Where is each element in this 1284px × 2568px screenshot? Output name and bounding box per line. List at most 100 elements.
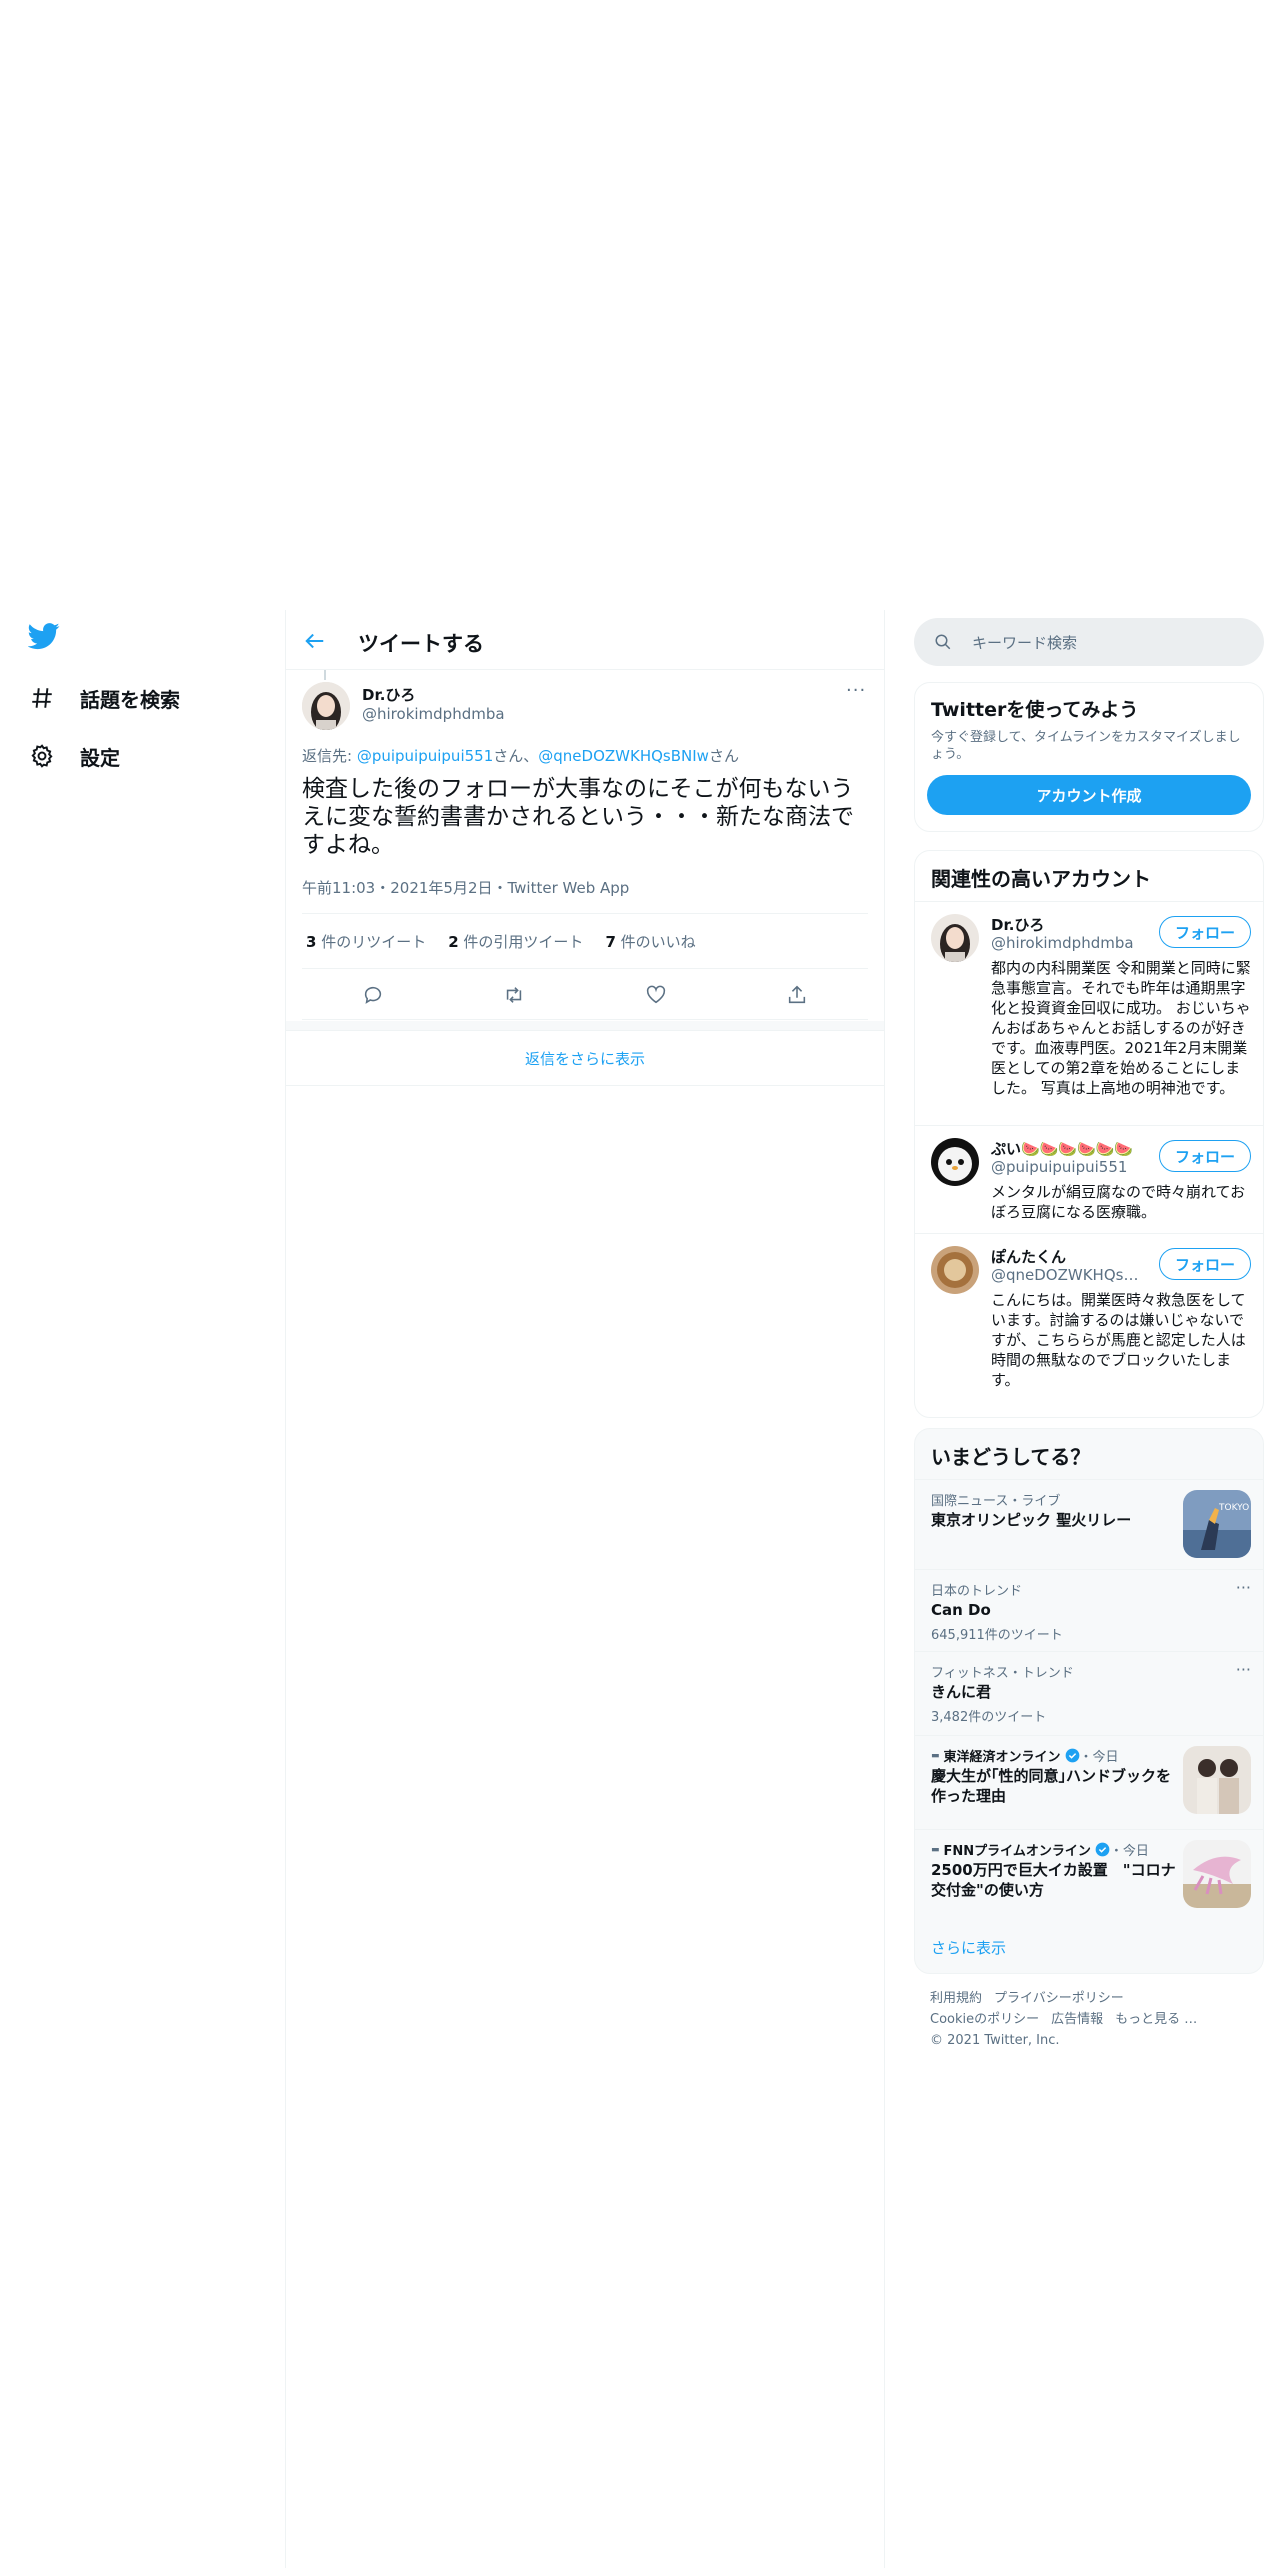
twitter-logo-icon[interactable] — [27, 620, 64, 652]
footer-link[interactable]: プライバシーポリシー — [994, 1991, 1124, 2006]
like-count-label: 件のいいね — [615, 932, 696, 951]
show-more-replies-link[interactable]: 返信をさらに表示 — [286, 1032, 884, 1086]
hashtag-icon — [28, 684, 56, 712]
footer-link[interactable]: Cookieのポリシー — [930, 2012, 1039, 2027]
trend-item[interactable]: ▬ FNNプライムオンライン ・今日 2500万円で巨大イカ設置 "コロナ交付金… — [915, 1829, 1263, 1921]
signup-title: Twitterを使ってみよう — [931, 699, 1139, 721]
trends-card: いまどうしてる？ 国際ニュース・ライブ 東京オリンピック 聖火リレー TOKYO… — [914, 1428, 1264, 1974]
account-name[interactable]: ぽんたくん — [991, 1246, 1066, 1267]
account-handle[interactable]: @qneDOZWKHQsBNIw — [991, 1266, 1141, 1284]
trend-more-icon[interactable]: ··· — [1236, 1660, 1251, 1679]
news-headline: 慶大生が｢性的同意｣ハンドブックを作った理由 — [931, 1767, 1172, 1805]
follow-button[interactable]: フォロー — [1159, 1140, 1251, 1172]
account-name[interactable]: Dr.ひろ — [991, 914, 1044, 935]
trend-thumbnail: TOKYO — [1183, 1490, 1251, 1558]
tweet-stats: 3 件のリツイート 2 件の引用ツイート 7 件のいいね — [302, 913, 868, 969]
news-source-line: ▬ 東洋経済オンライン ・今日 — [931, 1746, 1119, 1765]
retweet-count: 3 — [306, 932, 317, 951]
account-item[interactable]: ぽんたくん @qneDOZWKHQsBNIw フォロー こんにちは。開業医時々救… — [915, 1233, 1263, 1417]
trend-name: 東京オリンピック 聖火リレー — [931, 1511, 1132, 1529]
signup-card: Twitterを使ってみよう 今すぐ登録して、タイムラインをカスタマイズしましょ… — [914, 682, 1264, 832]
reply-prefix: 返信先: — [302, 747, 357, 765]
tweet-author-handle[interactable]: @hirokimdphdmba — [362, 705, 505, 723]
reply-separator: さん、 — [493, 747, 539, 765]
nav-explore[interactable]: 話題を検索 — [28, 678, 180, 718]
trend-item[interactable]: ▬ 東洋経済オンライン ・今日 慶大生が｢性的同意｣ハンドブックを作った理由 — [915, 1735, 1263, 1829]
footer-copyright: © 2021 Twitter, Inc. — [930, 2033, 1060, 2048]
account-bio: 都内の内科開業医 令和開業と同時に緊急事態宣言。それでも昨年は通期黒字化と投資資… — [991, 959, 1251, 1097]
search-icon — [934, 633, 952, 651]
news-time: ・今日 — [1079, 1750, 1119, 1765]
news-headline: 2500万円で巨大イカ設置 "コロナ交付金"の使い方 — [931, 1861, 1176, 1899]
nav-explore-label: 話題を検索 — [80, 687, 180, 712]
more-options-icon[interactable]: ··· — [846, 680, 866, 701]
main-column-left-border — [285, 610, 286, 2568]
main-column-right-border — [884, 610, 885, 2568]
account-name[interactable]: ぷい🍉🍉🍉🍉🍉🍉 — [991, 1138, 1133, 1159]
like-count: 7 — [605, 932, 616, 951]
trend-item[interactable]: フィットネス・トレンド きんに君 3,482件のツイート ··· — [915, 1651, 1263, 1735]
news-source-logo-icon: ▬ — [931, 1750, 940, 1761]
tweet-timestamp[interactable]: 午前11:03・2021年5月2日・Twitter Web App — [302, 877, 629, 898]
thread-line — [324, 670, 326, 680]
page-header: ツイートする — [286, 610, 884, 670]
retweet-icon[interactable] — [503, 984, 525, 1006]
footer-row: 利用規約 プライバシーポリシー — [930, 1988, 1209, 2009]
account-bio: メンタルが絹豆腐なので時々崩れておぼろ豆腐になる医療職。 — [991, 1183, 1246, 1221]
account-bio: こんにちは。開業医時々救急医をしています。討論するのは嫌いじゃないですが、こちら… — [991, 1291, 1246, 1389]
footer-link[interactable]: もっと見る … — [1115, 2012, 1197, 2027]
nav-settings[interactable]: 設定 — [28, 736, 120, 776]
tweet-author-name[interactable]: Dr.ひろ — [362, 684, 415, 705]
footer: 利用規約 プライバシーポリシー Cookieのポリシー 広告情報 もっと見る … © … — [930, 1988, 1209, 2051]
reply-user-link[interactable]: @qneDOZWKHQsBNIw — [538, 747, 709, 765]
follow-button[interactable]: フォロー — [1159, 1248, 1251, 1280]
footer-link[interactable]: 広告情報 — [1051, 2012, 1103, 2027]
retweet-count-link[interactable]: 3 件のリツイート — [306, 931, 426, 952]
reply-user-link[interactable]: @puipuipuipui551 — [357, 747, 493, 765]
quote-count-label: 件の引用ツイート — [458, 932, 584, 951]
reply-to-line: 返信先: @puipuipuipui551さん、@qneDOZWKHQsBNIw… — [302, 745, 739, 766]
like-icon[interactable] — [645, 984, 667, 1006]
footer-row: Cookieのポリシー 広告情報 もっと見る … — [930, 2009, 1209, 2030]
news-time: ・今日 — [1109, 1844, 1149, 1859]
quote-count: 2 — [448, 932, 459, 951]
gear-icon — [28, 742, 56, 770]
related-accounts-card: 関連性の高いアカウント Dr.ひろ @hirokimdphdmba フォロー 都… — [914, 850, 1264, 1418]
account-avatar[interactable] — [931, 914, 979, 962]
related-accounts-title: 関連性の高いアカウント — [931, 867, 1151, 891]
account-avatar[interactable] — [931, 1246, 979, 1294]
verified-badge-icon — [1065, 1748, 1080, 1763]
like-count-link[interactable]: 7 件のいいね — [605, 931, 695, 952]
reply-suffix: さん — [708, 747, 739, 765]
section-separator — [286, 1021, 884, 1031]
account-item[interactable]: ぷい🍉🍉🍉🍉🍉🍉 @puipuipuipui551 フォロー メンタルが絹豆腐な… — [915, 1125, 1263, 1233]
trend-tweet-count: 3,482件のツイート — [931, 1710, 1047, 1725]
nav-settings-label: 設定 — [80, 745, 120, 770]
trends-show-more-link[interactable]: さらに表示 — [931, 1937, 1006, 1958]
share-icon[interactable] — [786, 984, 808, 1006]
trend-more-icon[interactable]: ··· — [1236, 1578, 1251, 1597]
back-arrow-icon[interactable] — [304, 630, 326, 652]
trend-name: きんに君 — [931, 1683, 992, 1701]
quote-count-link[interactable]: 2 件の引用ツイート — [448, 931, 583, 952]
search-placeholder: キーワード検索 — [972, 633, 1078, 652]
trend-name: Can Do — [931, 1601, 991, 1619]
trend-category: 日本のトレンド — [931, 1584, 1023, 1599]
trend-item[interactable]: 日本のトレンド Can Do 645,911件のツイート ··· — [915, 1569, 1263, 1651]
account-avatar[interactable] — [931, 1138, 979, 1186]
tweet-author-avatar[interactable] — [302, 682, 350, 730]
create-account-button[interactable]: アカウント作成 — [927, 775, 1251, 815]
trend-item[interactable]: 国際ニュース・ライブ 東京オリンピック 聖火リレー TOKYO — [915, 1479, 1263, 1569]
news-thumbnail — [1183, 1746, 1251, 1814]
account-item[interactable]: Dr.ひろ @hirokimdphdmba フォロー 都内の内科開業医 令和開業… — [915, 901, 1263, 1125]
follow-button[interactable]: フォロー — [1159, 916, 1251, 948]
page-title: ツイートする — [358, 632, 484, 656]
verified-badge-icon — [1095, 1842, 1110, 1857]
search-box[interactable]: キーワード検索 — [914, 618, 1264, 666]
svg-text:TOKYO: TOKYO — [1218, 1503, 1249, 1513]
reply-icon[interactable] — [362, 984, 384, 1006]
footer-link[interactable]: 利用規約 — [930, 1991, 982, 2006]
account-handle[interactable]: @puipuipuipui551 — [991, 1158, 1141, 1176]
account-handle[interactable]: @hirokimdphdmba — [991, 934, 1141, 952]
news-source: FNNプライムオンライン — [943, 1844, 1091, 1859]
